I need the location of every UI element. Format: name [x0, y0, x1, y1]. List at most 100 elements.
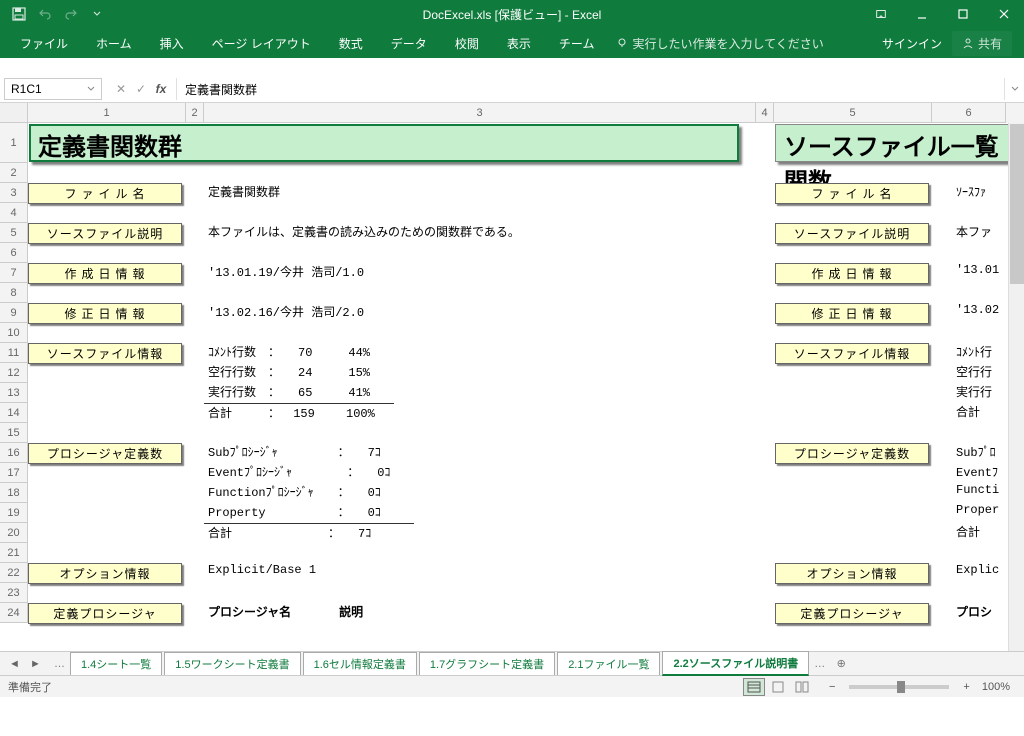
row-header[interactable]: 12	[0, 363, 28, 383]
expand-formula-button[interactable]	[1004, 78, 1024, 100]
data-cell[interactable]: ｺﾒﾝﾄ行	[952, 343, 996, 360]
row-header[interactable]: 5	[0, 223, 28, 243]
row-header[interactable]: 3	[0, 183, 28, 203]
tab-team[interactable]: チーム	[545, 28, 609, 59]
data-cell[interactable]: Functionﾌﾟﾛｼｰｼﾞｬ ： 0ｺ	[204, 483, 756, 500]
row-header[interactable]: 19	[0, 503, 28, 523]
row-header[interactable]: 23	[0, 583, 28, 603]
tab-file[interactable]: ファイル	[6, 28, 82, 59]
data-cell[interactable]: Explic	[952, 563, 1003, 577]
row-header[interactable]: 7	[0, 263, 28, 283]
col-header-1[interactable]: 1	[28, 103, 186, 123]
data-cell[interactable]: Eventﾌﾟﾛｼｰｼﾞｬ ： 0ｺ	[204, 463, 756, 480]
label-cell[interactable]: 修 正 日 情 報	[28, 303, 182, 324]
label-cell[interactable]: ソースファイル情報	[775, 343, 929, 364]
label-cell[interactable]: 定義プロシージャ	[28, 603, 182, 624]
tab-pagelayout[interactable]: ページ レイアウト	[198, 28, 325, 59]
tab-data[interactable]: データ	[377, 28, 441, 59]
label-cell[interactable]: プロシージャ定義数	[28, 443, 182, 464]
data-cell[interactable]: 合計	[952, 403, 984, 420]
data-cell[interactable]: 本ファイルは、定義書の読み込みのための関数群である。	[204, 223, 756, 240]
name-box[interactable]: R1C1	[4, 78, 102, 100]
tab-overflow-right[interactable]: …	[810, 658, 829, 670]
row-header[interactable]: 22	[0, 563, 28, 583]
label-cell[interactable]: 作 成 日 情 報	[28, 263, 182, 284]
fx-button[interactable]: fx	[152, 82, 170, 96]
data-cell[interactable]: Functi	[952, 483, 1003, 497]
label-cell[interactable]: ソースファイル説明	[775, 223, 929, 244]
row-header[interactable]: 10	[0, 323, 28, 343]
redo-button[interactable]	[60, 3, 82, 25]
label-cell[interactable]: オプション情報	[28, 563, 182, 584]
row-header[interactable]: 16	[0, 443, 28, 463]
label-cell[interactable]: 修 正 日 情 報	[775, 303, 929, 324]
data-cell[interactable]: 空行行	[952, 363, 996, 380]
scrollbar-thumb[interactable]	[1010, 124, 1024, 284]
data-cell[interactable]: '13.01.19/今井 浩司/1.0	[204, 263, 756, 280]
maximize-button[interactable]	[943, 0, 983, 28]
save-button[interactable]	[8, 3, 30, 25]
row-header[interactable]: 18	[0, 483, 28, 503]
data-cell[interactable]: プロシ	[952, 603, 996, 620]
row-header[interactable]: 21	[0, 543, 28, 563]
zoom-slider[interactable]	[849, 685, 949, 689]
undo-button[interactable]	[34, 3, 56, 25]
col-header-3[interactable]: 3	[204, 103, 756, 123]
row-header[interactable]: 15	[0, 423, 28, 443]
share-button[interactable]: 共有	[952, 31, 1012, 56]
cell-title-1[interactable]: 定義書関数群	[29, 124, 739, 162]
data-cell[interactable]: '13.02	[952, 303, 1003, 317]
row-header[interactable]: 17	[0, 463, 28, 483]
data-cell[interactable]: 合計 ： 7ｺ	[204, 523, 414, 541]
sheet-tab-active[interactable]: 2.2ソースファイル説明書	[662, 651, 809, 676]
data-cell[interactable]: Explicit/Base 1	[204, 563, 756, 577]
tab-formulas[interactable]: 数式	[325, 28, 377, 59]
data-cell[interactable]: Subﾌﾟﾛｼｰｼﾞｬ ： 7ｺ	[204, 443, 756, 460]
minimize-button[interactable]	[902, 0, 942, 28]
col-header-6[interactable]: 6	[932, 103, 1006, 123]
sheet-tab[interactable]: 1.5ワークシート定義書	[164, 652, 300, 675]
row-header[interactable]: 2	[0, 163, 28, 183]
data-cell[interactable]: ｿｰｽﾌｧ	[952, 183, 990, 200]
label-cell[interactable]: ソースファイル情報	[28, 343, 182, 364]
data-cell[interactable]: 実行行数 ： 65 41%	[204, 383, 756, 400]
pagelayout-view-button[interactable]	[767, 678, 789, 696]
data-cell[interactable]: 合計 ： 159 100%	[204, 403, 394, 421]
label-cell[interactable]: ソースファイル説明	[28, 223, 182, 244]
data-cell[interactable]: '13.01	[952, 263, 1003, 277]
row-header[interactable]: 8	[0, 283, 28, 303]
col-header-2[interactable]: 2	[186, 103, 204, 123]
label-cell[interactable]: フ ァ イ ル 名	[775, 183, 929, 204]
row-header[interactable]: 11	[0, 343, 28, 363]
sheet-tab[interactable]: 2.1ファイル一覧	[557, 652, 660, 675]
row-header[interactable]: 24	[0, 603, 28, 623]
select-all-corner[interactable]	[0, 103, 28, 123]
label-cell[interactable]: 作 成 日 情 報	[775, 263, 929, 284]
spreadsheet-grid[interactable]: 1 2 3 4 5 6 1 2 3 4 5 6 7 8 9 10 11 12 1…	[0, 103, 1024, 651]
data-cell[interactable]: 空行行数 ： 24 15%	[204, 363, 756, 380]
zoom-thumb[interactable]	[897, 681, 905, 693]
pagebreak-view-button[interactable]	[791, 678, 813, 696]
data-cell[interactable]: 本ファ	[952, 223, 996, 240]
row-header[interactable]: 14	[0, 403, 28, 423]
zoom-in-button[interactable]: +	[959, 681, 973, 693]
zoom-out-button[interactable]: −	[825, 681, 839, 693]
col-header-5[interactable]: 5	[774, 103, 932, 123]
row-header[interactable]: 1	[0, 123, 28, 163]
tab-overflow-left[interactable]: …	[50, 658, 69, 670]
tab-view[interactable]: 表示	[493, 28, 545, 59]
data-cell[interactable]: Subﾌﾟﾛ	[952, 443, 1000, 460]
sign-in-link[interactable]: サインイン	[872, 35, 952, 52]
data-cell[interactable]: 定義書関数群	[204, 183, 756, 200]
tell-me-search[interactable]: 実行したい作業を入力してください	[616, 35, 823, 52]
tab-nav-prev-icon[interactable]: ◄	[9, 658, 20, 670]
label-cell[interactable]: オプション情報	[775, 563, 929, 584]
zoom-level[interactable]: 100%	[976, 681, 1016, 693]
row-header[interactable]: 20	[0, 523, 28, 543]
label-cell[interactable]: 定義プロシージャ	[775, 603, 929, 624]
sheet-tab[interactable]: 1.7グラフシート定義書	[419, 652, 555, 675]
data-cell[interactable]: 実行行	[952, 383, 996, 400]
tab-review[interactable]: 校閲	[441, 28, 493, 59]
add-sheet-button[interactable]: ⊕	[829, 657, 853, 670]
data-cell[interactable]: 合計	[952, 523, 984, 540]
